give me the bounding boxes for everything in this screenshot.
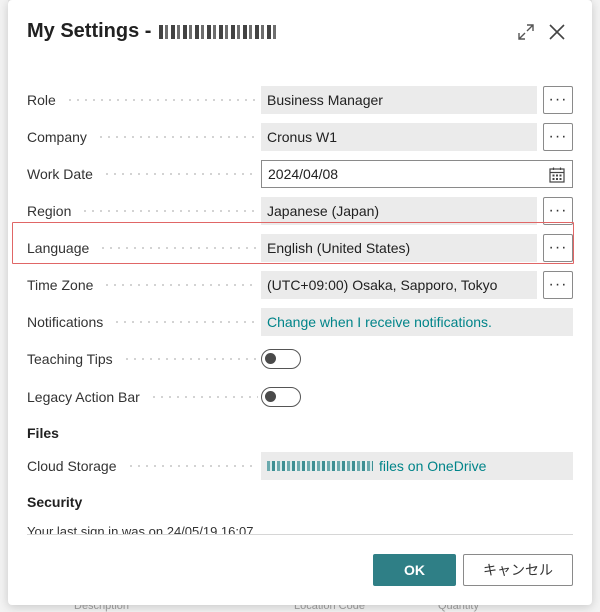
work-date-value: 2024/04/08	[268, 166, 339, 182]
background-page-right	[592, 0, 600, 612]
work-date-row: Work Date 2024/04/08	[8, 160, 592, 188]
company-assist-button[interactable]: ···	[543, 123, 573, 151]
notifications-label: Notifications	[27, 308, 262, 336]
time-zone-assist-button[interactable]: ···	[543, 271, 573, 299]
legacy-action-bar-row: Legacy Action Bar	[8, 383, 592, 411]
close-icon	[549, 24, 565, 40]
close-button[interactable]	[545, 20, 569, 44]
time-zone-row: Time Zone (UTC+09:00) Osaka, Sapporo, To…	[8, 271, 592, 299]
role-label: Role	[27, 86, 262, 114]
expand-icon	[518, 24, 534, 40]
time-zone-label: Time Zone	[27, 271, 262, 299]
role-assist-button[interactable]: ···	[543, 86, 573, 114]
leader-dots	[103, 284, 258, 286]
background-page-left	[0, 0, 8, 612]
legacy-action-bar-label-text: Legacy Action Bar	[27, 389, 140, 405]
dialog-header: My Settings -	[8, 0, 592, 62]
region-field[interactable]: Japanese (Japan)	[261, 197, 537, 225]
time-zone-field[interactable]: (UTC+09:00) Osaka, Sapporo, Tokyo	[261, 271, 537, 299]
leader-dots	[102, 173, 258, 175]
company-label-text: Company	[27, 129, 87, 145]
region-row: Region Japanese (Japan) ···	[8, 197, 592, 225]
cloud-storage-row: Cloud Storage files on OneDrive	[8, 452, 592, 480]
leader-dots	[96, 136, 258, 138]
company-row: Company Cronus W1 ···	[8, 123, 592, 151]
teaching-tips-row: Teaching Tips	[8, 345, 592, 373]
work-date-label: Work Date	[27, 160, 262, 188]
dialog-body: Role Business Manager ··· Company Cronus…	[8, 72, 592, 534]
dialog-title-wrap: My Settings -	[27, 20, 278, 43]
dialog-title: My Settings -	[27, 20, 152, 42]
company-field[interactable]: Cronus W1	[261, 123, 537, 151]
leader-dots	[122, 358, 258, 360]
region-label-text: Region	[27, 203, 72, 219]
notifications-row: Notifications Change when I receive noti…	[8, 308, 592, 336]
calendar-icon[interactable]	[548, 166, 566, 184]
language-label-text: Language	[27, 240, 90, 256]
ok-button[interactable]: OK	[373, 554, 456, 586]
time-zone-label-text: Time Zone	[27, 277, 94, 293]
work-date-label-text: Work Date	[27, 166, 93, 182]
region-label: Region	[27, 197, 262, 225]
teaching-tips-toggle[interactable]	[261, 349, 301, 369]
language-field[interactable]: English (United States)	[261, 234, 537, 262]
security-heading: Security	[27, 494, 83, 510]
leader-dots	[81, 210, 258, 212]
my-settings-dialog: My Settings - Role Business Manager ··· …	[8, 0, 592, 605]
language-label: Language	[27, 234, 262, 262]
region-assist-button[interactable]: ···	[543, 197, 573, 225]
language-assist-button[interactable]: ···	[543, 234, 573, 262]
teaching-tips-label: Teaching Tips	[27, 345, 262, 373]
legacy-action-bar-toggle[interactable]	[261, 387, 301, 407]
company-label: Company	[27, 123, 262, 151]
leader-dots	[113, 321, 258, 323]
cloud-storage-link[interactable]: files on OneDrive	[261, 452, 573, 480]
role-field[interactable]: Business Manager	[261, 86, 537, 114]
leader-dots	[65, 99, 258, 101]
notifications-label-text: Notifications	[27, 314, 104, 330]
language-row: Language English (United States) ···	[8, 234, 592, 262]
expand-button[interactable]	[514, 20, 538, 44]
cancel-button[interactable]: キャンセル	[463, 554, 573, 586]
footer-divider	[27, 534, 573, 535]
teaching-tips-label-text: Teaching Tips	[27, 351, 113, 367]
cloud-storage-link-text: files on OneDrive	[379, 458, 487, 474]
legacy-action-bar-label: Legacy Action Bar	[27, 383, 262, 411]
role-row: Role Business Manager ···	[8, 86, 592, 114]
leader-dots	[126, 465, 258, 467]
redacted-account-name	[267, 461, 373, 471]
files-heading: Files	[27, 425, 59, 441]
cloud-storage-label-text: Cloud Storage	[27, 458, 117, 474]
leader-dots	[99, 247, 258, 249]
redacted-user-name	[159, 24, 278, 39]
work-date-input[interactable]: 2024/04/08	[261, 160, 573, 188]
role-label-text: Role	[27, 92, 56, 108]
last-sign-in-text: Your last sign in was on 24/05/19 16:07	[27, 524, 254, 534]
notifications-link[interactable]: Change when I receive notifications.	[261, 308, 573, 336]
leader-dots	[149, 396, 258, 398]
cloud-storage-label: Cloud Storage	[27, 452, 262, 480]
